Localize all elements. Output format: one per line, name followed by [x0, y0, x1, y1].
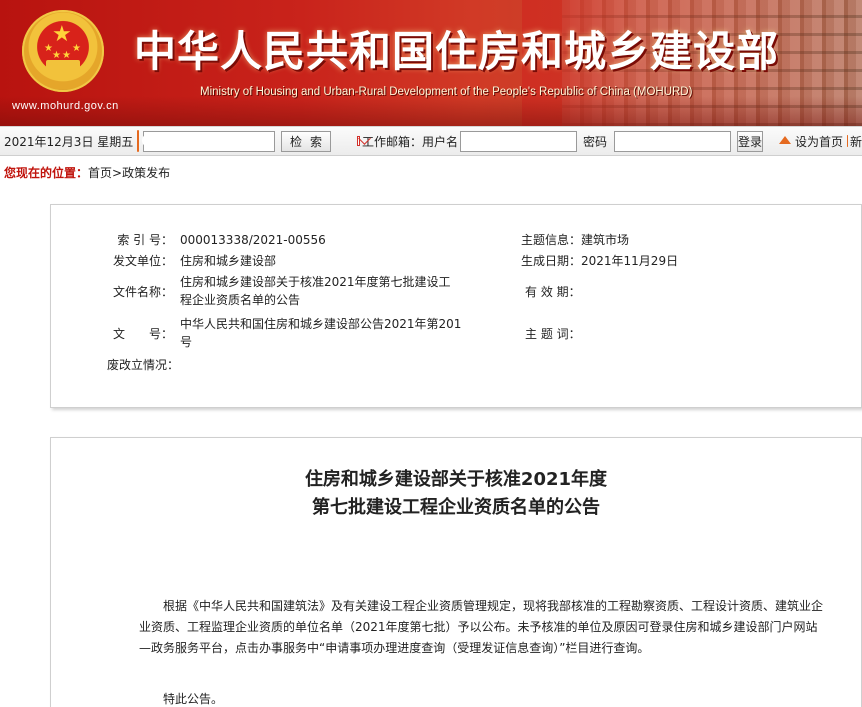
article-paragraph: 根据《中华人民共和国建筑法》及有关建设工程企业资质管理规定，现将我部核准的工程勘…	[139, 599, 824, 655]
site-header-banner: ★ ★ ★ ★ ★ www.mohurd.gov.cn 中华人民共和国住房和城乡…	[0, 0, 862, 126]
validity-label: 有 效 期：	[525, 285, 581, 299]
banner-bottom-fade	[0, 96, 862, 126]
issuer-value: 住房和城乡建设部	[180, 254, 277, 268]
search-icon[interactable]	[137, 130, 153, 152]
breadcrumb: 您现在的位置：首页>政策发布	[4, 164, 170, 181]
document-metadata-panel: 索 引 号： 000013338/2021-00556 发文单位： 住房和城乡建…	[50, 204, 862, 408]
work-email-label: 工作邮箱：	[361, 134, 422, 149]
breadcrumb-policy[interactable]: 政策发布	[122, 166, 170, 180]
mail-icon	[357, 136, 360, 146]
new-link[interactable]: 新	[850, 133, 862, 150]
home-icon	[779, 136, 792, 144]
article-closing: 特此公告。	[163, 692, 224, 706]
index-value: 000013338/2021-00556	[180, 233, 326, 247]
username-field[interactable]	[460, 130, 577, 152]
date-value: 2021年11月29日	[581, 254, 679, 268]
date-label: 生成日期：	[521, 254, 582, 268]
rss-icon	[847, 135, 848, 147]
password-field[interactable]	[614, 130, 732, 152]
keywords-label: 主 题 词：	[525, 327, 581, 341]
current-date: 2021年12月3日 星期五	[4, 134, 134, 149]
site-subtitle: Ministry of Housing and Urban-Rural Deve…	[200, 86, 693, 98]
breadcrumb-separator: >	[112, 166, 123, 180]
login-button[interactable]: 登录	[737, 130, 764, 152]
article-title-line2: 第七批建设工程企业资质名单的公告	[312, 497, 600, 518]
emblem-star: ★	[72, 43, 81, 54]
issuer-label: 发文单位：	[112, 254, 173, 268]
article-title-line1: 住房和城乡建设部关于核准2021年度	[304, 469, 608, 490]
search-button[interactable]: 检索	[281, 130, 332, 152]
breadcrumb-label: 您现在的位置：	[4, 166, 89, 180]
site-title: 中华人民共和国住房和城乡建设部	[134, 27, 780, 76]
emblem-gate	[46, 60, 80, 74]
national-emblem-icon: ★ ★ ★ ★ ★	[22, 10, 104, 92]
set-homepage-link[interactable]: 设为首页	[795, 133, 843, 150]
top-toolbar: 2021年12月3日 星期五 检索 工作邮箱： 用户名 密码 登录 设为首页 新	[0, 126, 862, 156]
filename-label: 文件名称：	[112, 285, 173, 299]
emblem-star: ★	[52, 22, 72, 47]
password-label: 密码	[583, 134, 608, 149]
filename-value: 住房和城乡建设部关于核准2021年度第七批建设工程企业资质名单的公告	[180, 275, 451, 307]
index-label: 索 引 号：	[117, 233, 173, 247]
breadcrumb-home[interactable]: 首页	[88, 166, 112, 180]
username-label: 用户名	[421, 134, 458, 149]
site-url: www.mohurd.gov.cn	[12, 100, 119, 112]
docno-value: 中华人民共和国住房和城乡建设部公告2021年第201号	[180, 317, 462, 349]
topic-label: 主题信息：	[521, 233, 582, 247]
docno-label: 文 号：	[112, 327, 173, 341]
search-input[interactable]	[143, 130, 275, 152]
topic-value: 建筑市场	[581, 233, 630, 247]
article-panel: 住房和城乡建设部关于核准2021年度 第七批建设工程企业资质名单的公告 根据《中…	[50, 437, 862, 707]
status-label: 废改立情况：	[106, 358, 179, 372]
